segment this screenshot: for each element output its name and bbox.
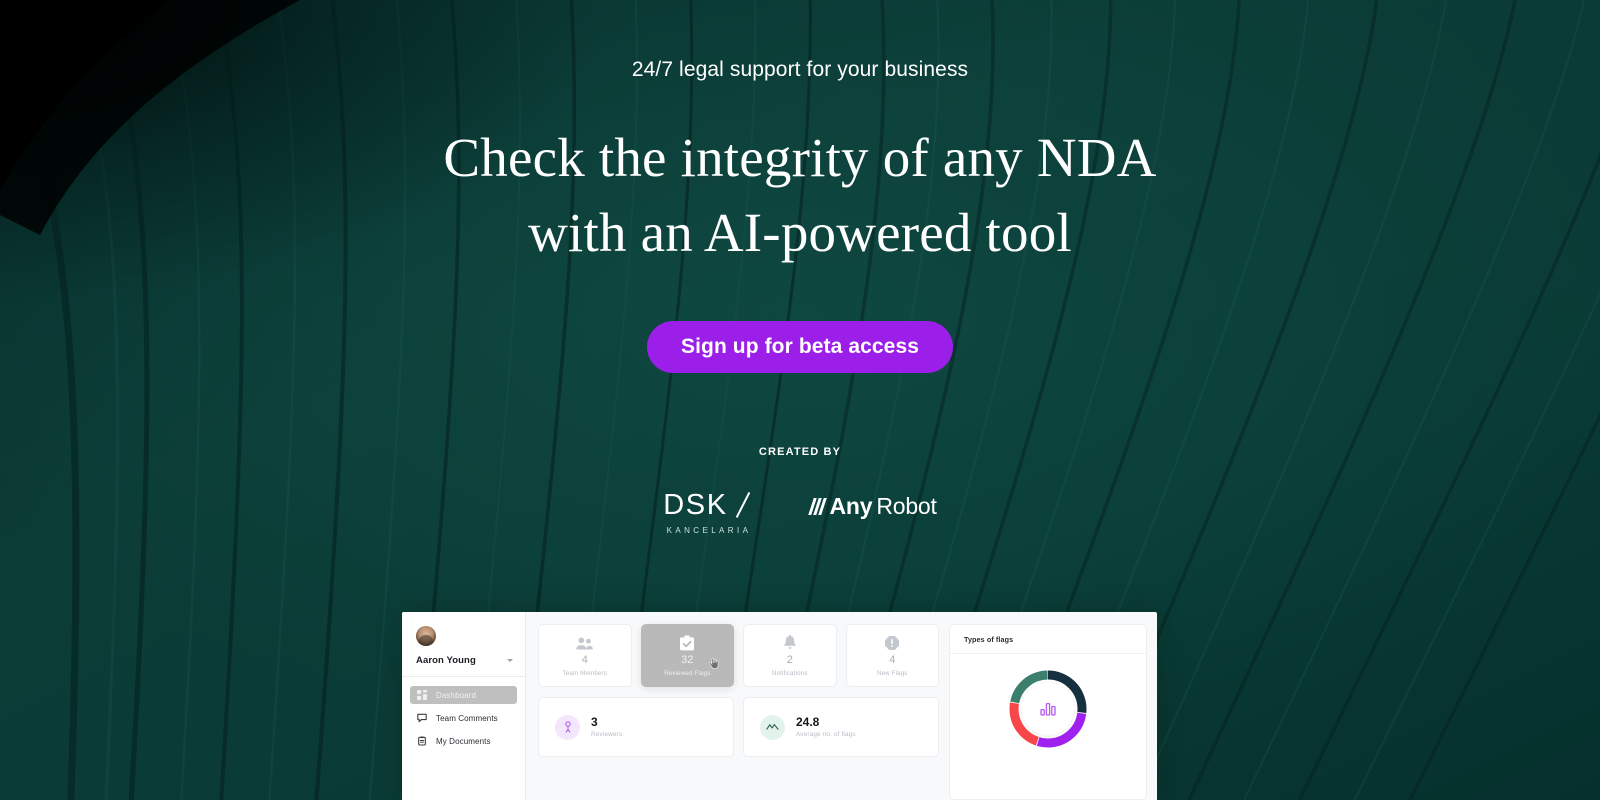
sidebar-item-label: My Documents [436,736,491,746]
types-of-flags-donut-chart[interactable] [1007,668,1089,750]
bar-chart-icon [1040,702,1056,716]
stat-value: 2 [786,653,793,666]
sidebar-nav: Dashboard Team Comments My Documents [402,677,525,750]
stat-label: Team Members [562,669,607,677]
wide-card-texts: 3 Reviewers [591,716,622,738]
comment-icon [417,713,427,723]
grid-icon [417,690,427,700]
person-badge-icon [555,714,580,740]
slash-icon [733,492,755,518]
bell-icon [783,635,797,652]
people-icon [575,635,594,652]
wide-card-label: Average no. of flags [796,731,856,738]
dsk-logo-text: DSK [663,488,728,521]
sidebar-item-team-comments[interactable]: Team Comments [410,709,517,727]
stat-card-new-flags[interactable]: 4 New Flags [845,624,939,687]
dashboard-main: 4 Team Members 32 Reviewed Flags 2 Notif… [526,612,949,800]
cta-container: Sign up for beta access [646,320,954,373]
anyrobot-robot-text: Robot [876,492,937,519]
stat-card-row: 4 Team Members 32 Reviewed Flags 2 Notif… [538,624,939,687]
anyrobot-logo[interactable]: Any Robot [807,492,937,519]
anyrobot-any-text: Any [829,492,873,519]
trendline-icon [760,714,785,740]
donut-center [1022,683,1074,735]
three-bars-icon [807,497,827,515]
sidebar-item-label: Dashboard [436,690,477,700]
wide-card-texts: 24.8 Average no. of flags [796,716,856,738]
hand-cursor-icon [708,658,719,669]
partner-logo-row: DSK KANCELARIA Any Robot [663,488,937,535]
dsk-logo-subtitle: KANCELARIA [666,525,752,535]
wide-card-label: Reviewers [591,731,623,738]
stat-card-notifications[interactable]: 2 Notifications [743,624,837,687]
headline-line-1: Check the integrity of any NDA [443,127,1157,188]
sidebar-item-label: Team Comments [436,713,498,723]
stat-value: 4 [889,653,896,666]
wide-card-average-flags[interactable]: 24.8 Average no. of flags [743,697,939,757]
stat-label: New Flags [876,669,908,677]
dsk-logo-wordmark: DSK [663,488,755,521]
wide-card-row: 3 Reviewers 24.8 Average no. of flags [538,697,939,757]
sidebar-item-my-documents[interactable]: My Documents [410,732,517,750]
sidebar-item-dashboard[interactable]: Dashboard [410,686,517,704]
wide-card-reviewers[interactable]: 3 Reviewers [538,697,734,757]
hero-eyebrow: 24/7 legal support for your business [631,58,969,81]
dashboard-sidebar: Aaron Young Dashboard Team Comments My D… [402,612,526,800]
stat-value: 32 [681,653,694,666]
stat-label: Reviewed Flags [664,669,711,677]
created-by-label: CREATED BY [758,445,842,458]
chevron-down-icon [507,659,513,662]
clipboard-check-icon [679,635,695,652]
stat-card-reviewed-flags[interactable]: 32 Reviewed Flags [640,624,734,687]
clipboard-icon [417,736,427,746]
signup-beta-button[interactable]: Sign up for beta access [646,320,954,373]
page-title: Check the integrity of any NDA with an A… [443,120,1156,271]
stat-card-team-members[interactable]: 4 Team Members [538,624,632,687]
donut-chart-container [950,654,1146,750]
stat-label: Notifications [771,669,808,677]
headline-line-2: with an AI-powered tool [528,202,1072,264]
avatar[interactable] [416,626,436,646]
wide-card-value: 24.8 [796,715,820,729]
dashboard-preview: Aaron Young Dashboard Team Comments My D… [402,612,1157,800]
user-name: Aaron Young [416,655,476,666]
types-of-flags-panel: Types of flags [949,624,1147,800]
dsk-logo[interactable]: DSK KANCELARIA [663,488,755,535]
panel-title: Types of flags [950,635,1146,654]
stat-value: 4 [581,653,588,666]
alert-octagon-icon [884,635,900,652]
user-menu[interactable]: Aaron Young [402,646,525,677]
wide-card-value: 3 [591,715,598,729]
